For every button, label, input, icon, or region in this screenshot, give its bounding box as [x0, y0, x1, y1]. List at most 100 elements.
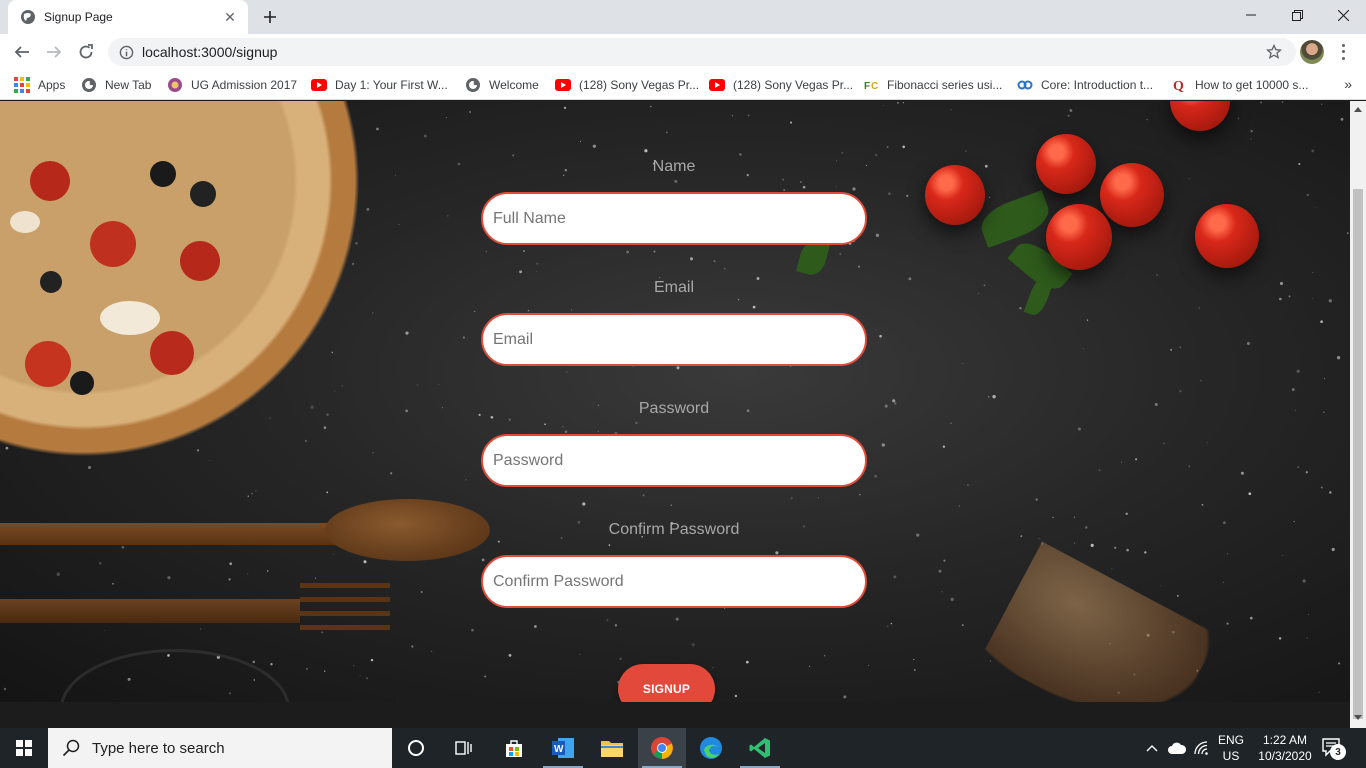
bookmark-sony-vegas-1[interactable]: (128) Sony Vegas Pr...: [555, 76, 699, 94]
star-icon[interactable]: [1266, 44, 1282, 60]
folder-icon: [601, 741, 623, 757]
chevron-up-icon: [1146, 745, 1158, 752]
windows-logo-icon: [16, 740, 32, 756]
address-bar[interactable]: localhost:3000/signup: [108, 38, 1296, 66]
name-label: Name: [652, 158, 696, 175]
bookmark-core-intro[interactable]: Core: Introduction t...: [1017, 76, 1153, 94]
fork-tine: [300, 583, 390, 588]
onedrive-button[interactable]: [1166, 728, 1188, 768]
arrow-right-icon: [47, 46, 62, 58]
cortana-button[interactable]: [392, 728, 440, 768]
wifi-icon: [1194, 741, 1208, 755]
taskbar-file-explorer[interactable]: [588, 728, 636, 768]
bookmark-ug-admission[interactable]: UG Admission 2017: [167, 76, 297, 94]
fork-tine: [300, 611, 390, 616]
fork-tine: [300, 597, 390, 602]
menu-icon[interactable]: [1336, 42, 1350, 62]
bookmark-label: Fibonacci series usi...: [887, 78, 1003, 92]
reload-button[interactable]: [72, 38, 100, 66]
profile-avatar[interactable]: [1300, 40, 1324, 64]
taskbar-search-placeholder: Type here to search: [92, 739, 225, 757]
bookmark-fibonacci[interactable]: FC Fibonacci series usi...: [863, 76, 1002, 94]
tomato-image: [1100, 163, 1164, 227]
fc-icon: FC: [863, 77, 879, 93]
forward-button[interactable]: [40, 38, 68, 66]
store-icon: [506, 740, 522, 757]
taskbar-edge[interactable]: [687, 728, 735, 768]
tomato-image: [1036, 134, 1096, 194]
page-viewport: Name Email Password Confirm Password SIG…: [0, 101, 1350, 702]
signup-button[interactable]: SIGNUP: [618, 664, 715, 702]
new-tab-button[interactable]: [258, 5, 282, 29]
info-icon[interactable]: [118, 44, 134, 60]
input-language[interactable]: ENG US: [1214, 732, 1248, 764]
wifi-button[interactable]: [1192, 728, 1212, 768]
restore-button[interactable]: [1274, 0, 1320, 30]
email-input[interactable]: [481, 313, 867, 366]
wooden-spoon-bowl: [325, 499, 490, 561]
bookmark-label: How to get 10000 s...: [1195, 78, 1309, 92]
wooden-spoon-image: [0, 523, 360, 545]
bookmark-apps[interactable]: Apps: [14, 76, 65, 94]
chevron-double-right-icon[interactable]: »: [1344, 76, 1352, 92]
svg-text:W: W: [554, 744, 564, 755]
scroll-up-icon[interactable]: [1354, 107, 1362, 112]
taskbar-store[interactable]: [490, 728, 538, 768]
youtube-icon: [311, 77, 327, 93]
task-view-icon: [455, 741, 472, 755]
svg-text:F: F: [864, 81, 870, 92]
cloud-icon: [1168, 742, 1187, 754]
edge-icon: [700, 737, 722, 759]
bookmark-welcome[interactable]: Welcome: [465, 76, 539, 94]
confirm-password-input[interactable]: [481, 555, 867, 608]
page-scrollbar[interactable]: [1350, 101, 1366, 728]
quora-icon: Q: [1171, 77, 1187, 93]
bookmark-label: (128) Sony Vegas Pr...: [579, 78, 700, 92]
minimize-button[interactable]: [1228, 0, 1274, 30]
scrollbar-thumb[interactable]: [1353, 189, 1363, 719]
email-label: Email: [653, 279, 694, 296]
password-label: Password: [638, 400, 710, 417]
arrow-left-icon: [14, 46, 29, 58]
reload-icon: [79, 44, 93, 59]
vscode-icon: [749, 738, 770, 758]
apps-grid-icon: [14, 77, 30, 93]
word-icon: W: [552, 738, 574, 758]
windows-taskbar: Type here to search W ENG US 1:22 AM 10/…: [0, 728, 1366, 768]
bookmarks-bar: Apps New Tab UG Admission 2017 Day 1: Yo…: [0, 70, 1366, 100]
back-button[interactable]: [8, 38, 36, 66]
taskbar-search-box[interactable]: Type here to search: [48, 728, 392, 768]
show-hidden-icons-button[interactable]: [1142, 728, 1162, 768]
taskbar-word[interactable]: W: [539, 728, 587, 768]
clock[interactable]: 1:22 AM 10/3/2020: [1252, 732, 1318, 764]
task-view-button[interactable]: [440, 728, 488, 768]
bookmark-label: UG Admission 2017: [191, 78, 298, 92]
tomato-image: [1046, 204, 1112, 270]
svg-text:Q: Q: [1173, 79, 1184, 93]
clock-time: 1:22 AM: [1262, 733, 1308, 747]
youtube-icon: [709, 77, 725, 93]
browser-toolbar: localhost:3000/signup: [0, 34, 1366, 70]
start-button[interactable]: [0, 728, 48, 768]
bookmark-day1[interactable]: Day 1: Your First W...: [311, 76, 448, 94]
university-icon: [167, 77, 183, 93]
password-input[interactable]: [481, 434, 867, 487]
browser-tab[interactable]: Signup Page ✕: [8, 0, 248, 34]
close-icon[interactable]: ✕: [222, 9, 238, 25]
fork-tine: [300, 625, 390, 630]
close-window-button[interactable]: [1320, 0, 1366, 30]
scroll-down-icon[interactable]: [1354, 715, 1362, 720]
chrome-icon: [651, 737, 673, 759]
bookmark-label: New Tab: [105, 78, 152, 92]
bookmark-label: Welcome: [489, 78, 539, 92]
url-text: localhost:3000/signup: [142, 44, 278, 60]
taskbar-chrome[interactable]: [638, 728, 686, 768]
bookmark-label: Day 1: Your First W...: [335, 78, 448, 92]
globe-icon: [81, 77, 97, 93]
bookmark-quora[interactable]: Q How to get 10000 s...: [1171, 76, 1308, 94]
full-name-input[interactable]: [481, 192, 867, 245]
bookmark-sony-vegas-2[interactable]: (128) Sony Vegas Pr...: [709, 76, 853, 94]
taskbar-vscode[interactable]: [736, 728, 784, 768]
tomato-image: [925, 165, 985, 225]
bookmark-new-tab[interactable]: New Tab: [81, 76, 151, 94]
